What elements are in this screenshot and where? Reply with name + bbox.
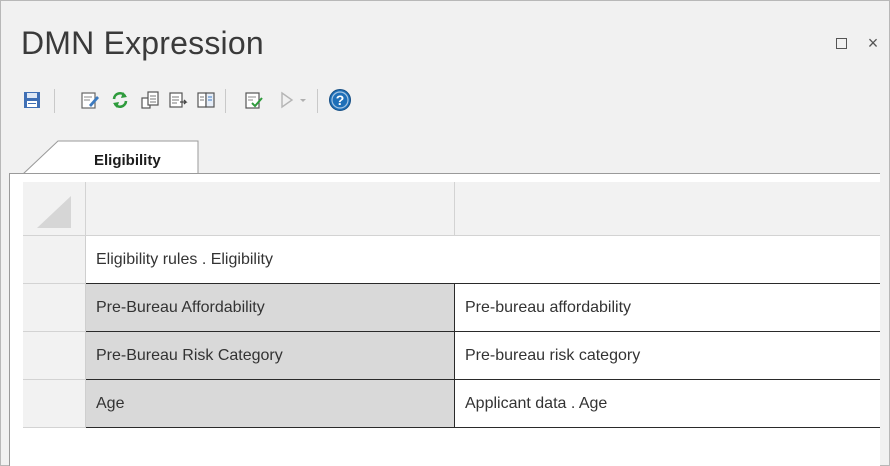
export-icon	[169, 92, 188, 108]
paste-icon	[141, 91, 159, 109]
tab-eligibility[interactable]: Eligibility	[22, 140, 200, 176]
run-dropdown-button[interactable]	[295, 87, 311, 113]
row-header[interactable]	[23, 380, 86, 428]
save-icon	[24, 92, 40, 108]
validate-icon	[245, 92, 263, 109]
run-icon	[281, 91, 294, 109]
edit-icon	[81, 92, 99, 109]
export-button[interactable]	[165, 87, 191, 113]
toolbar-separator	[225, 89, 226, 113]
corner-triangle-icon	[37, 196, 71, 228]
compare-icon	[197, 92, 215, 108]
tab-strip: Eligibility	[9, 133, 879, 176]
toolbar-separator	[317, 89, 318, 113]
help-button[interactable]: ?	[327, 87, 353, 113]
column-header[interactable]	[455, 182, 880, 236]
validate-button[interactable]	[241, 87, 267, 113]
grid-corner[interactable]	[23, 182, 86, 236]
context-entry-label[interactable]: Age	[86, 380, 455, 428]
edit-button[interactable]	[77, 87, 103, 113]
row-header[interactable]	[23, 332, 86, 380]
context-entry-value[interactable]: Pre-bureau affordability	[455, 284, 880, 332]
paste-button[interactable]	[137, 87, 163, 113]
row-header[interactable]	[23, 284, 86, 332]
dmn-expression-window: DMN Expression × ? Eligibility Eligibili…	[0, 0, 890, 466]
dropdown-arrow-icon	[300, 99, 306, 102]
close-button[interactable]: ×	[861, 31, 885, 55]
context-entry-value[interactable]: Applicant data . Age	[455, 380, 880, 428]
refresh-icon	[112, 92, 128, 108]
toolbar-separator	[54, 89, 55, 113]
expression-title-cell[interactable]: Eligibility rules . Eligibility	[86, 236, 880, 284]
context-entry-label[interactable]: Pre-Bureau Affordability	[86, 284, 455, 332]
window-title: DMN Expression	[21, 25, 264, 61]
context-entry-value[interactable]: Pre-bureau risk category	[455, 332, 880, 380]
save-button[interactable]	[19, 87, 45, 113]
title-bar: DMN Expression ×	[1, 1, 889, 79]
expression-panel: Eligibility rules . Eligibility Pre-Bure…	[9, 173, 880, 466]
column-header[interactable]	[86, 182, 455, 236]
row-header[interactable]	[23, 236, 86, 284]
context-entry-label[interactable]: Pre-Bureau Risk Category	[86, 332, 455, 380]
tab-label: Eligibility	[94, 152, 161, 169]
help-icon: ?	[329, 89, 351, 111]
toolbar: ?	[19, 85, 879, 117]
expression-grid: Eligibility rules . Eligibility Pre-Bure…	[23, 182, 880, 434]
refresh-button[interactable]	[107, 87, 133, 113]
restore-button[interactable]	[829, 31, 853, 55]
compare-button[interactable]	[193, 87, 219, 113]
svg-text:?: ?	[336, 92, 345, 108]
restore-icon	[835, 37, 847, 49]
